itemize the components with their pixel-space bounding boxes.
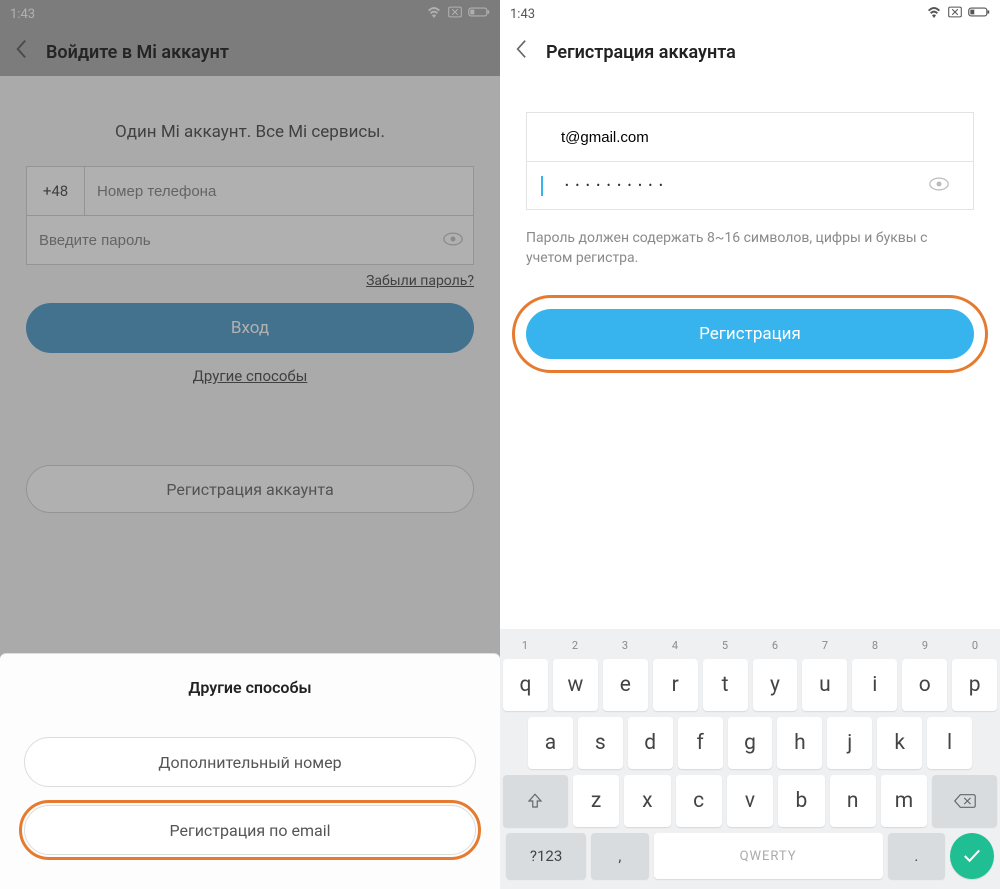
key-shift[interactable] [503,775,568,827]
key-g[interactable]: g [728,717,773,769]
wifi-icon [926,6,942,22]
key-hint: 7 [800,635,850,656]
password-input-row [26,216,474,265]
key-a[interactable]: a [528,717,573,769]
key-z[interactable]: z [573,775,619,827]
key-enter[interactable] [950,833,994,879]
key-.[interactable]: . [888,833,945,879]
key-hint: 4 [650,635,700,656]
sheet-btn-label: Регистрация по email [170,821,331,840]
key-k[interactable]: k [877,717,922,769]
key-s[interactable]: s [578,717,623,769]
key-,[interactable]: , [591,833,648,879]
key-qwerty[interactable]: QWERTY [654,833,883,879]
status-bar: 1:43 [500,0,1000,28]
key-hint: 3 [600,635,650,656]
key-i[interactable]: i [852,659,897,711]
eye-icon[interactable] [919,176,959,195]
key-hint: 2 [550,635,600,656]
key-u[interactable]: u [802,659,847,711]
bottom-sheet: Другие способы Дополнительный номер Реги… [0,653,500,889]
key-b[interactable]: b [778,775,824,827]
keyboard: 1234567890 qwertyuiop asdfghjkl zxcvbnm … [500,629,1000,889]
key-hint: 9 [900,635,950,656]
wifi-icon [426,6,442,22]
key-j[interactable]: j [827,717,872,769]
key-m[interactable]: m [881,775,927,827]
page-title: Регистрация аккаунта [546,42,736,63]
other-methods-link[interactable]: Другие способы [26,367,474,385]
key-e[interactable]: e [603,659,648,711]
battery-icon [968,6,990,22]
key-?123[interactable]: ?123 [506,833,586,879]
sheet-btn-label: Дополнительный номер [158,753,341,772]
forgot-password-link[interactable]: Забыли пароль? [26,273,474,289]
key-v[interactable]: v [727,775,773,827]
back-icon[interactable] [14,39,28,65]
headline: Один Mi аккаунт. Все Mi сервисы. [26,122,474,142]
rotation-lock-icon [448,6,462,22]
phone-input-row: +48 [26,166,474,216]
page-title: Войдите в Mi аккаунт [46,42,229,63]
register-button[interactable]: Регистрация [526,309,974,359]
phone-input[interactable] [85,167,473,215]
header: Войдите в Mi аккаунт [0,28,500,76]
email-row [527,113,973,161]
register-account-button[interactable]: Регистрация аккаунта [26,465,474,513]
additional-number-button[interactable]: Дополнительный номер [24,737,476,787]
eye-icon[interactable] [433,231,473,250]
header: Регистрация аккаунта [500,28,1000,76]
key-h[interactable]: h [777,717,822,769]
key-r[interactable]: r [653,659,698,711]
key-l[interactable]: l [927,717,972,769]
key-t[interactable]: t [703,659,748,711]
password-input[interactable]: • • • • • • • • • • [545,179,919,192]
key-backspace[interactable] [932,775,997,827]
password-input[interactable] [27,216,433,264]
key-c[interactable]: c [676,775,722,827]
key-o[interactable]: o [902,659,947,711]
key-hint: 5 [700,635,750,656]
back-icon[interactable] [514,39,528,65]
key-n[interactable]: n [830,775,876,827]
key-p[interactable]: p [952,659,997,711]
key-x[interactable]: x [624,775,670,827]
key-hint: 6 [750,635,800,656]
rotation-lock-icon [948,6,962,22]
email-input[interactable] [541,129,959,146]
sheet-title: Другие способы [24,678,476,697]
status-bar: 1:43 [0,0,500,28]
country-code-selector[interactable]: +48 [27,167,85,215]
key-q[interactable]: q [503,659,548,711]
key-hint: 0 [950,635,1000,656]
key-f[interactable]: f [678,717,723,769]
key-y[interactable]: y [753,659,798,711]
register-form: • • • • • • • • • • [526,112,974,210]
phone-login-screen: 1:43 Войдите в Mi аккаунт [0,0,500,889]
key-d[interactable]: d [628,717,673,769]
status-time: 1:43 [10,7,35,22]
login-button[interactable]: Вход [26,303,474,353]
key-hint: 8 [850,635,900,656]
key-w[interactable]: w [553,659,598,711]
phone-register-screen: 1:43 Регистрация аккаунта [500,0,1000,889]
status-time: 1:43 [510,7,535,22]
text-cursor-icon [541,176,543,196]
password-row: • • • • • • • • • • [527,161,973,209]
key-hint: 1 [500,635,550,656]
battery-icon [468,6,490,22]
register-email-button[interactable]: Регистрация по email [24,805,476,855]
password-hint: Пароль должен содержать 8~16 символов, ц… [526,228,974,269]
